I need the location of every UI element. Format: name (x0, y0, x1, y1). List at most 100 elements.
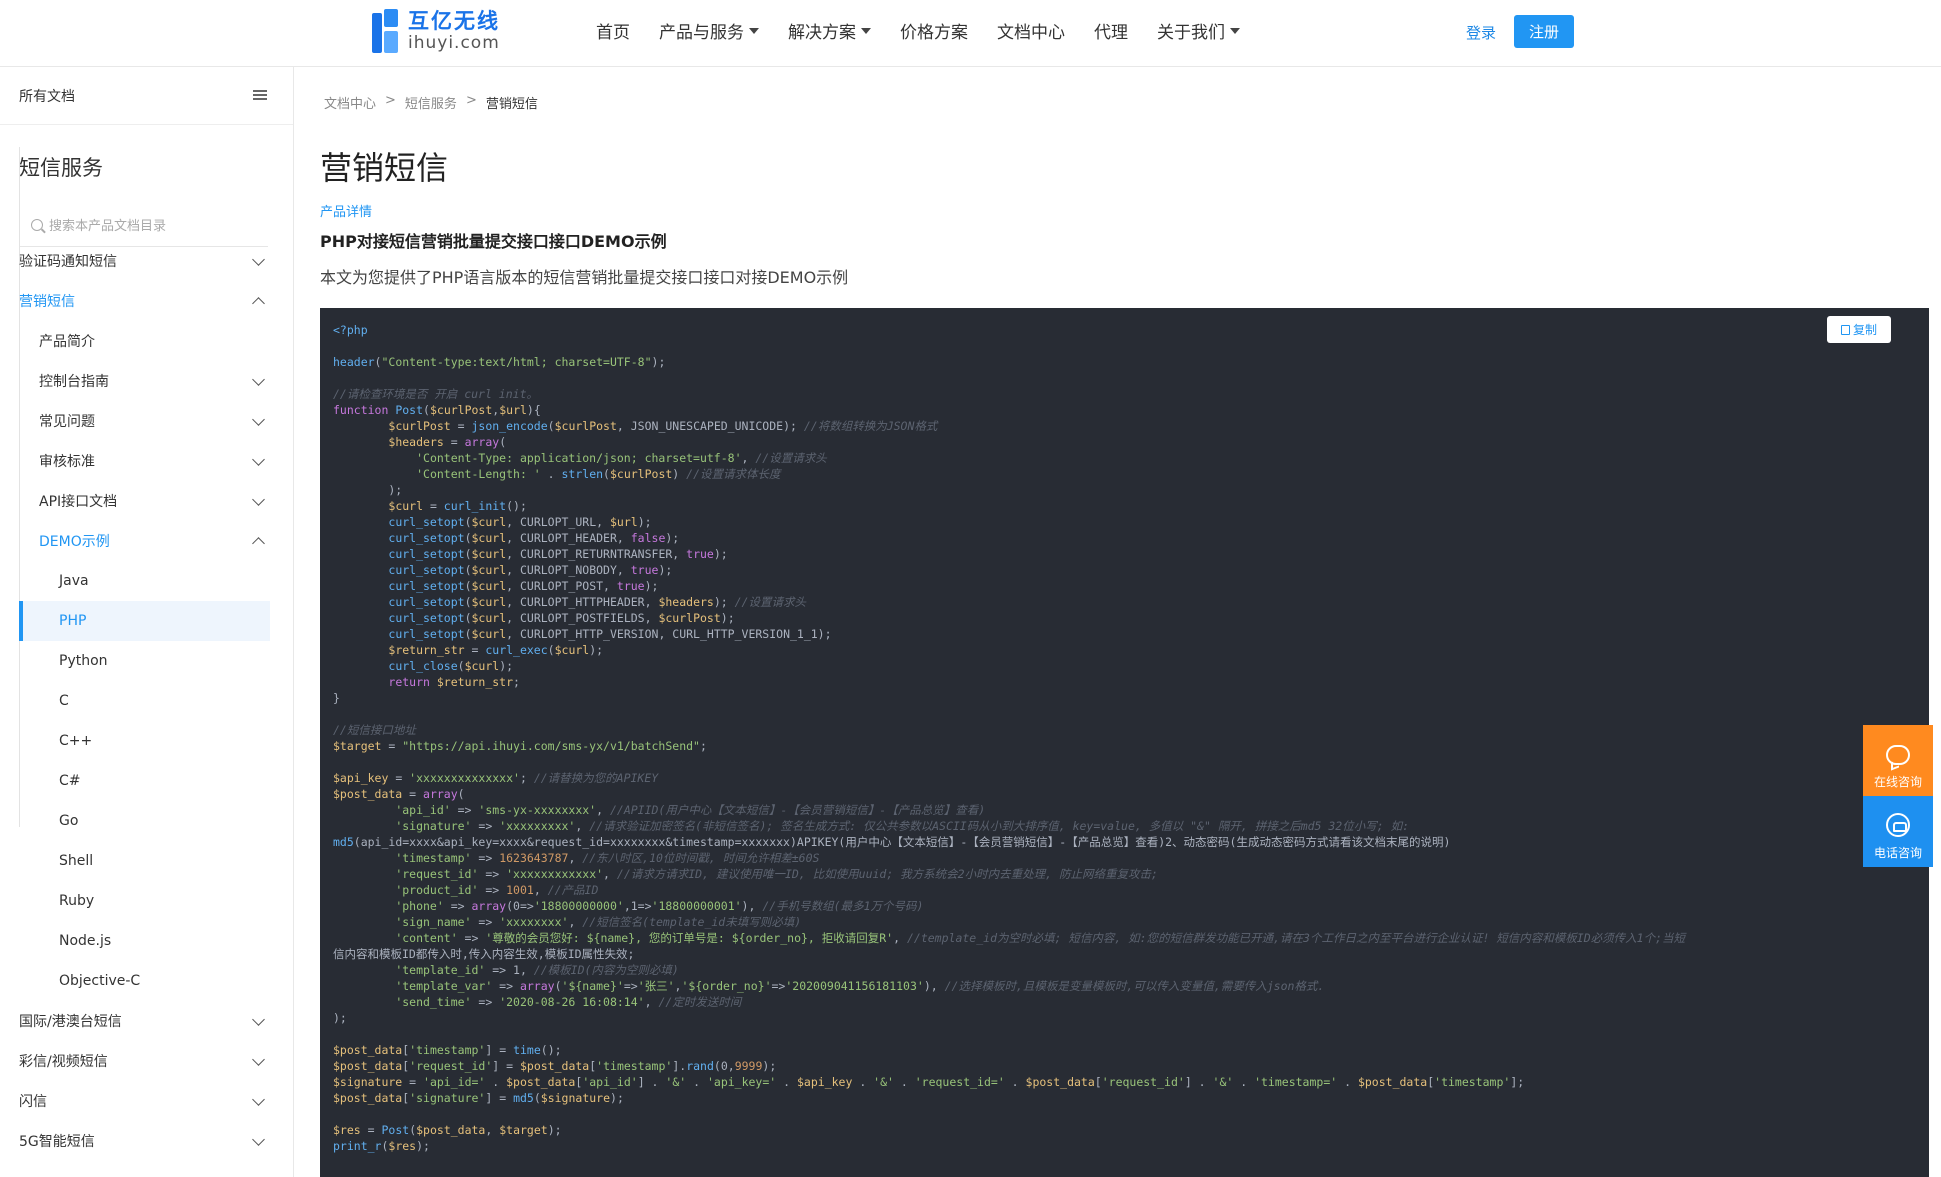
sidebar-item[interactable]: 产品简介 (0, 321, 294, 361)
login-link[interactable]: 登录 (1466, 22, 1496, 43)
sidebar-item[interactable]: Java (0, 561, 294, 601)
nav-item[interactable]: 代理 (1094, 18, 1128, 43)
code-line: 'sign_name' => 'xxxxxxxx', //短信签名(templa… (395, 915, 802, 929)
chevron-down-icon[interactable] (252, 1013, 265, 1026)
sidebar-item-label: 产品简介 (39, 334, 95, 350)
sidebar-item[interactable]: Go (0, 801, 294, 841)
chevron-down-icon[interactable] (252, 493, 265, 506)
code-line: $res = Post($post_data, $target); (333, 1123, 562, 1137)
sidebar-item-label: Ruby (59, 893, 95, 909)
nav-item[interactable]: 解决方案 (788, 18, 871, 43)
code-line: ); (333, 1011, 347, 1025)
nav-item[interactable]: 文档中心 (997, 18, 1065, 43)
all-docs-header[interactable]: 所有文档 (0, 67, 293, 125)
sidebar-item[interactable]: API接口文档 (0, 481, 294, 521)
code-line: 信内容和模板ID都传入时,传入内容生效,模板ID属性失效; (333, 947, 635, 961)
caret-down-icon (1230, 27, 1240, 34)
sidebar-item[interactable]: Python (0, 641, 294, 681)
sidebar-item[interactable]: 彩信/视频短信 (0, 1041, 294, 1081)
code-line: 'Content-Length: ' . strlen($curlPost) /… (416, 467, 781, 481)
sidebar-item[interactable]: Ruby (0, 881, 294, 921)
code-line: 'Content-Type: application/json; charset… (416, 451, 827, 465)
sidebar-item[interactable]: C++ (0, 721, 294, 761)
code-block[interactable]: 复制 <?php header("Content-type:text/html; … (320, 308, 1929, 1177)
sidebar-menu: 验证码通知短信 营销短信产品简介控制台指南常见问题审核标准 API接口文档 DEMO示… (0, 241, 294, 1161)
register-button[interactable]: 注册 (1514, 15, 1574, 48)
code-line: //请检查环境是否 开启 curl init。 (333, 387, 539, 401)
chevron-up-icon[interactable] (252, 537, 265, 550)
nav-item-label: 解决方案 (788, 22, 856, 43)
code-line: print_r($res); (333, 1139, 430, 1153)
product-detail-link[interactable]: 产品详情 (320, 201, 372, 220)
code-line: md5(api_id=xxxx&api_key=xxxx&request_id=… (333, 835, 1451, 849)
code-line: curl_close($curl); (388, 659, 514, 673)
sidebar-item-label: PHP (59, 613, 87, 629)
sidebar-item-label: 控制台指南 (39, 374, 109, 390)
code-line: $curlPost = json_encode($curlPost, JSON_… (388, 419, 938, 433)
chevron-up-icon[interactable] (252, 297, 265, 310)
online-consult-button[interactable]: 在线咨询 (1863, 725, 1933, 796)
sidebar-item[interactable]: 营销短信 (0, 281, 294, 321)
code-line: curl_setopt($curl, CURLOPT_HTTP_VERSION,… (388, 627, 832, 641)
code-line: $post_data['signature'] = md5($signature… (333, 1091, 624, 1105)
sidebar-item[interactable]: PHP (19, 601, 270, 641)
breadcrumb-separator: > (385, 93, 396, 108)
chevron-down-icon[interactable] (252, 1133, 265, 1146)
chevron-down-icon[interactable] (252, 1053, 265, 1066)
code-line: } (333, 691, 340, 705)
sidebar-item[interactable]: 闪信 (0, 1081, 294, 1121)
chevron-down-icon[interactable] (252, 1093, 265, 1106)
code-line: $curl = curl_init(); (388, 499, 527, 513)
sidebar-item-label: 审核标准 (39, 454, 95, 470)
sidebar-item[interactable]: Objective-C (0, 961, 294, 1001)
code-line: 'template_id' => 1, //模板ID(内容为空则必填) (395, 963, 679, 977)
nav-item[interactable]: 关于我们 (1157, 18, 1240, 43)
sidebar-item[interactable]: DEMO示例 (0, 521, 294, 561)
code-line: curl_setopt($curl, CURLOPT_POSTFIELDS, $… (388, 611, 735, 625)
code-line: curl_setopt($curl, CURLOPT_URL, $url); (388, 515, 652, 529)
code-line: $api_key = 'xxxxxxxxxxxxxx'; //请替换为您的API… (333, 771, 659, 785)
nav-item[interactable]: 产品与服务 (659, 18, 759, 43)
code-line: curl_setopt($curl, CURLOPT_HEADER, false… (388, 531, 680, 545)
logo[interactable]: 互亿无线 ihuyi.com (372, 7, 500, 55)
sidebar-item[interactable]: Node.js (0, 921, 294, 961)
intro-text: 本文为您提供了PHP语言版本的短信营销批量提交接口接口对接DEMO示例 (320, 268, 849, 287)
nav-item-label: 产品与服务 (659, 22, 744, 43)
sidebar-item[interactable]: 审核标准 (0, 441, 294, 481)
breadcrumb-item[interactable]: 短信服务 (405, 93, 457, 112)
sidebar-item[interactable]: 验证码通知短信 (0, 241, 294, 281)
code-line: curl_setopt($curl, CURLOPT_NOBODY, true)… (388, 563, 673, 577)
sidebar-item[interactable]: 5G智能短信 (0, 1121, 294, 1161)
sidebar-item-label: 闪信 (19, 1094, 47, 1110)
code-line: header("Content-type:text/html; charset=… (333, 355, 666, 369)
phone-consult-label: 电话咨询 (1873, 846, 1922, 860)
sidebar-item[interactable]: 控制台指南 (0, 361, 294, 401)
sidebar-item-label: API接口文档 (39, 494, 118, 510)
list-icon[interactable] (253, 90, 267, 101)
sidebar-item[interactable]: 常见问题 (0, 401, 294, 441)
code-line: 'api_id' => 'sms-yx-xxxxxxxx', //APIID(用… (395, 803, 986, 817)
sidebar-item[interactable]: 国际/港澳台短信 (0, 1001, 294, 1041)
phone-consult-button[interactable]: 电话咨询 (1863, 796, 1933, 867)
code-line: ); (333, 483, 403, 497)
code-line: curl_setopt($curl, CURLOPT_HTTPHEADER, $… (388, 595, 806, 609)
sidebar-item-label: Node.js (59, 933, 112, 949)
sidebar-item[interactable]: Shell (0, 841, 294, 881)
chevron-down-icon[interactable] (252, 373, 265, 386)
code-line: 'product_id' => 1001, //产品ID (395, 883, 599, 897)
sidebar-item[interactable]: C# (0, 761, 294, 801)
nav-item[interactable]: 价格方案 (900, 18, 968, 43)
code-line: curl_setopt($curl, CURLOPT_RETURNTRANSFE… (388, 547, 728, 561)
code-line: $post_data['request_id'] = $post_data['t… (333, 1059, 777, 1073)
breadcrumb-item[interactable]: 文档中心 (324, 93, 376, 112)
sidebar-item-label: Go (59, 813, 79, 829)
breadcrumb-item: 营销短信 (485, 97, 538, 112)
chevron-down-icon[interactable] (252, 453, 265, 466)
sidebar-item[interactable]: C (0, 681, 294, 721)
chevron-down-icon[interactable] (252, 413, 265, 426)
nav-item[interactable]: 首页 (596, 18, 630, 43)
chevron-down-icon[interactable] (252, 253, 265, 266)
sidebar-item-label: Shell (59, 853, 94, 869)
